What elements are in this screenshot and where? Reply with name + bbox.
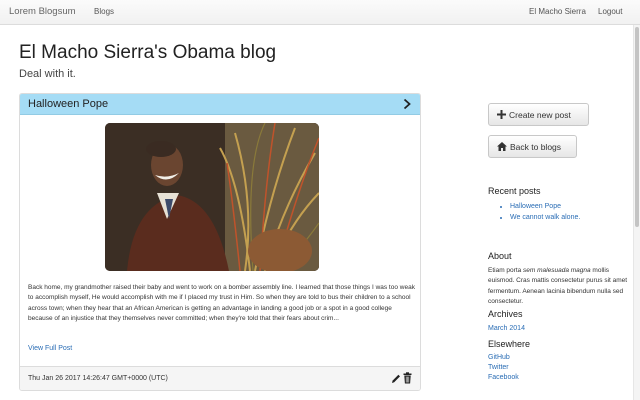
view-full-post-link[interactable]: View Full Post <box>28 345 72 352</box>
post-card: Halloween Pope Back home, my grandmother… <box>19 93 421 391</box>
create-post-button[interactable]: Create new post <box>488 103 589 126</box>
recent-post-link[interactable]: Halloween Pope <box>510 203 561 210</box>
pencil-icon[interactable] <box>391 373 401 384</box>
list-item: Halloween Pope <box>510 202 580 213</box>
about-text-emphasis: sem malesuada magna <box>523 267 591 274</box>
recent-posts-list: Halloween Pope We cannot walk alone. <box>500 202 580 223</box>
post-image <box>105 123 319 271</box>
nav-user-link[interactable]: El Macho Sierra <box>529 7 586 16</box>
trash-icon[interactable] <box>403 372 412 384</box>
list-item: We cannot walk alone. <box>510 213 580 224</box>
brand-link[interactable]: Lorem Blogsum <box>9 6 76 17</box>
create-post-label: Create new post <box>509 109 571 120</box>
navbar: Lorem Blogsum Blogs El Macho Sierra Logo… <box>0 0 640 25</box>
back-to-blogs-button[interactable]: Back to blogs <box>488 135 577 158</box>
post-header[interactable]: Halloween Pope <box>20 94 420 115</box>
about-heading: About <box>488 251 512 261</box>
about-text-start: Etiam porta <box>488 267 524 274</box>
recent-post-link[interactable]: We cannot walk alone. <box>510 214 580 221</box>
github-link[interactable]: GitHub <box>488 354 510 361</box>
post-excerpt: Back home, my grandmother raised their b… <box>28 284 415 322</box>
facebook-link[interactable]: Facebook <box>488 374 519 381</box>
back-to-blogs-label: Back to blogs <box>510 141 562 152</box>
recent-posts-heading: Recent posts <box>488 186 541 196</box>
home-icon <box>497 142 507 151</box>
elsewhere-heading: Elsewhere <box>488 339 531 349</box>
archive-link[interactable]: March 2014 <box>488 325 525 332</box>
post-date: Thu Jan 26 2017 14:26:47 GMT+0000 (UTC) <box>28 375 168 382</box>
nav-logout-link[interactable]: Logout <box>598 7 622 16</box>
scrollbar[interactable] <box>633 25 640 400</box>
post-title[interactable]: Halloween Pope <box>28 98 108 110</box>
chevron-right-icon[interactable] <box>402 98 412 110</box>
page-subtitle: Deal with it. <box>19 68 76 80</box>
page-title: El Macho Sierra's Obama blog <box>19 42 277 63</box>
twitter-link[interactable]: Twitter <box>488 364 509 371</box>
archives-heading: Archives <box>488 309 523 319</box>
scrollbar-thumb[interactable] <box>635 27 639 227</box>
post-footer: Thu Jan 26 2017 14:26:47 GMT+0000 (UTC) <box>20 366 420 390</box>
about-text: Etiam porta sem malesuada magna mollis e… <box>488 266 634 307</box>
nav-blogs-link[interactable]: Blogs <box>94 7 114 16</box>
plus-icon <box>497 110 506 119</box>
